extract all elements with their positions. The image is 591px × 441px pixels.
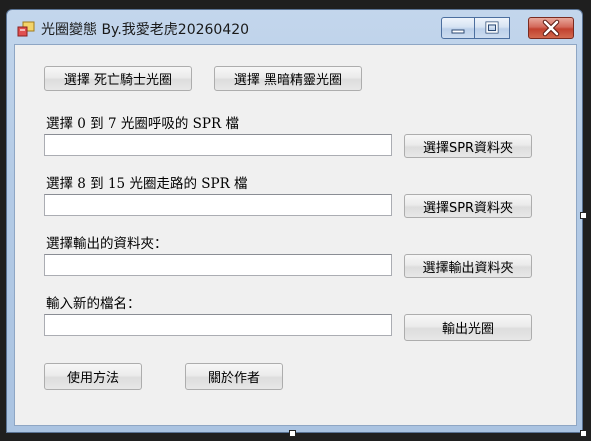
select-dark-elf-button[interactable]: 選擇 黑暗精靈光圈	[214, 66, 362, 91]
output-folder-label: 選擇輸出的資料夾：	[46, 236, 168, 252]
new-filename-input[interactable]	[44, 314, 392, 336]
about-author-button[interactable]: 關於作者	[185, 363, 283, 390]
select-death-knight-button[interactable]: 選擇 死亡騎士光圈	[44, 66, 192, 91]
breath-spr-label: 選擇 0 到 7 光圈呼吸的 SPR 檔	[46, 116, 239, 132]
window-title: 光圈變態 By.我愛老虎20260420	[41, 22, 250, 38]
resize-handle-right[interactable]	[580, 212, 587, 219]
form-client-area: 選擇 死亡騎士光圈 選擇 黑暗精靈光圈 選擇 0 到 7 光圈呼吸的 SPR 檔…	[14, 44, 577, 426]
walk-spr-path-input[interactable]	[44, 194, 392, 216]
minimize-icon	[451, 29, 465, 34]
app-window-icon	[17, 21, 35, 37]
designer-surface: 光圈變態 By.我愛老虎20260420 選擇 死亡騎士光圈 選擇 黑暗精靈光圈…	[0, 0, 591, 441]
maximize-button[interactable]	[475, 17, 510, 39]
close-icon	[542, 19, 560, 37]
close-button[interactable]	[528, 17, 574, 39]
minimize-button[interactable]	[441, 17, 475, 39]
select-breath-spr-folder-button[interactable]: 選擇SPR資料夾	[404, 134, 532, 158]
maximize-icon	[485, 21, 499, 34]
output-folder-path-input[interactable]	[44, 254, 392, 276]
select-walk-spr-folder-button[interactable]: 選擇SPR資料夾	[404, 194, 532, 218]
resize-handle-bottom[interactable]	[289, 430, 296, 437]
usage-button[interactable]: 使用方法	[44, 363, 142, 390]
title-bar[interactable]: 光圈變態 By.我愛老虎20260420	[7, 10, 582, 45]
select-output-folder-button[interactable]: 選擇輸出資料夾	[404, 254, 532, 278]
resize-handle-corner[interactable]	[580, 430, 587, 437]
new-filename-label: 輸入新的檔名：	[46, 296, 141, 312]
walk-spr-label: 選擇 8 到 15 光圈走路的 SPR 檔	[46, 176, 248, 192]
export-aura-button[interactable]: 輸出光圈	[404, 314, 532, 341]
app-window: 光圈變態 By.我愛老虎20260420 選擇 死亡騎士光圈 選擇 黑暗精靈光圈…	[6, 9, 583, 433]
breath-spr-path-input[interactable]	[44, 134, 392, 156]
